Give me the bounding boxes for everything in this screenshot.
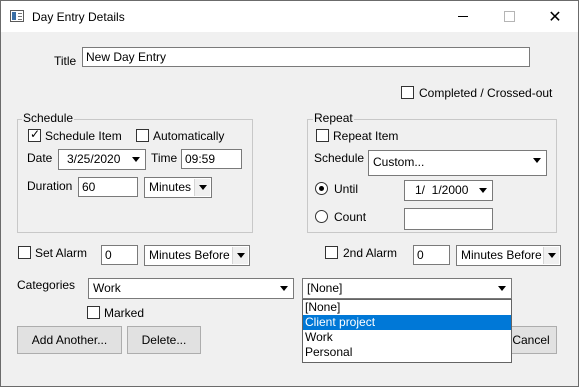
duration-label: Duration xyxy=(27,179,73,193)
chevron-down-icon[interactable] xyxy=(494,280,510,297)
completed-label: Completed / Crossed-out xyxy=(419,86,553,100)
second-alarm-value-input[interactable]: 0 xyxy=(413,245,450,265)
alarm-unit-select[interactable]: Minutes Before xyxy=(144,245,250,266)
time-input[interactable]: 09:59 xyxy=(181,149,242,169)
second-alarm-unit-value: Minutes Before xyxy=(461,248,542,262)
alarm-unit-value: Minutes Before xyxy=(149,248,230,262)
chevron-down-icon[interactable] xyxy=(543,247,559,264)
dropdown-option[interactable]: Work xyxy=(303,330,511,345)
chevron-down-icon[interactable] xyxy=(475,182,491,199)
marked-checkbox[interactable] xyxy=(87,306,100,319)
chevron-down-icon[interactable] xyxy=(232,247,248,264)
dropdown-option[interactable]: Client project xyxy=(303,315,511,330)
category-primary-select[interactable]: Work xyxy=(88,278,294,299)
schedule-item-checkbox[interactable] xyxy=(28,127,41,142)
second-alarm-label: 2nd Alarm xyxy=(343,246,398,260)
minimize-icon[interactable] xyxy=(440,1,486,32)
marked-label: Marked xyxy=(104,306,145,320)
count-label: Count xyxy=(334,210,367,224)
chevron-down-icon[interactable] xyxy=(194,179,210,196)
title-bar: Day Entry Details ✕ xyxy=(1,1,578,32)
schedule-item-label: Schedule Item xyxy=(45,129,122,143)
until-label: Until xyxy=(334,182,359,196)
repeat-group-title: Repeat xyxy=(313,111,354,125)
date-label: Date xyxy=(27,151,53,165)
set-alarm-checkbox[interactable] xyxy=(18,246,31,259)
duration-unit-select[interactable]: Minutes xyxy=(144,177,212,198)
repeat-item-checkbox[interactable] xyxy=(316,129,329,142)
repeat-schedule-value: Custom... xyxy=(373,155,425,169)
dialog-window: Day Entry Details ✕ Title New Day Entry … xyxy=(0,0,579,387)
maximize-icon[interactable] xyxy=(486,1,532,32)
until-date-value: 1/ 1/2000 xyxy=(415,183,469,197)
automatically-label: Automatically xyxy=(153,129,225,143)
repeat-schedule-select[interactable]: Custom... xyxy=(368,150,547,176)
category-primary-value: Work xyxy=(93,281,121,295)
category-secondary-value: [None] xyxy=(307,281,343,295)
category-dropdown-list: [None] Client project Work Personal xyxy=(302,299,512,363)
duration-unit-value: Minutes xyxy=(149,180,192,194)
repeat-item-label: Repeat Item xyxy=(333,129,399,143)
until-radio[interactable] xyxy=(315,182,328,195)
categories-label: Categories xyxy=(17,278,76,292)
dropdown-option[interactable]: Personal xyxy=(303,345,511,360)
set-alarm-label: Set Alarm xyxy=(35,246,88,260)
delete-button[interactable]: Delete... xyxy=(127,326,201,354)
title-input[interactable]: New Day Entry xyxy=(82,47,530,67)
add-another-button[interactable]: Add Another... xyxy=(17,326,122,354)
category-secondary-select[interactable]: [None] xyxy=(302,278,512,299)
second-alarm-checkbox[interactable] xyxy=(325,246,338,259)
date-value: 3/25/2020 xyxy=(67,152,121,166)
schedule-group-title: Schedule xyxy=(22,111,75,125)
time-label: Time xyxy=(151,151,178,165)
automatically-checkbox[interactable] xyxy=(136,129,149,142)
app-icon xyxy=(10,10,24,22)
duration-input[interactable]: 60 xyxy=(78,177,138,197)
title-label: Title xyxy=(54,54,77,68)
until-date-picker[interactable]: 1/ 1/2000 xyxy=(404,180,493,201)
second-alarm-unit-select[interactable]: Minutes Before xyxy=(456,245,561,266)
chevron-down-icon[interactable] xyxy=(128,151,144,168)
close-icon[interactable]: ✕ xyxy=(532,1,578,32)
count-input[interactable] xyxy=(404,208,493,230)
repeat-schedule-label: Schedule xyxy=(314,151,365,165)
dropdown-option[interactable]: [None] xyxy=(303,300,511,315)
alarm-value-input[interactable]: 0 xyxy=(101,245,138,265)
count-radio[interactable] xyxy=(315,210,328,223)
chevron-down-icon[interactable] xyxy=(529,152,545,174)
date-picker[interactable]: 3/25/2020 xyxy=(58,149,146,170)
completed-checkbox[interactable] xyxy=(401,86,414,99)
chevron-down-icon[interactable] xyxy=(276,280,292,297)
window-title: Day Entry Details xyxy=(32,10,125,24)
